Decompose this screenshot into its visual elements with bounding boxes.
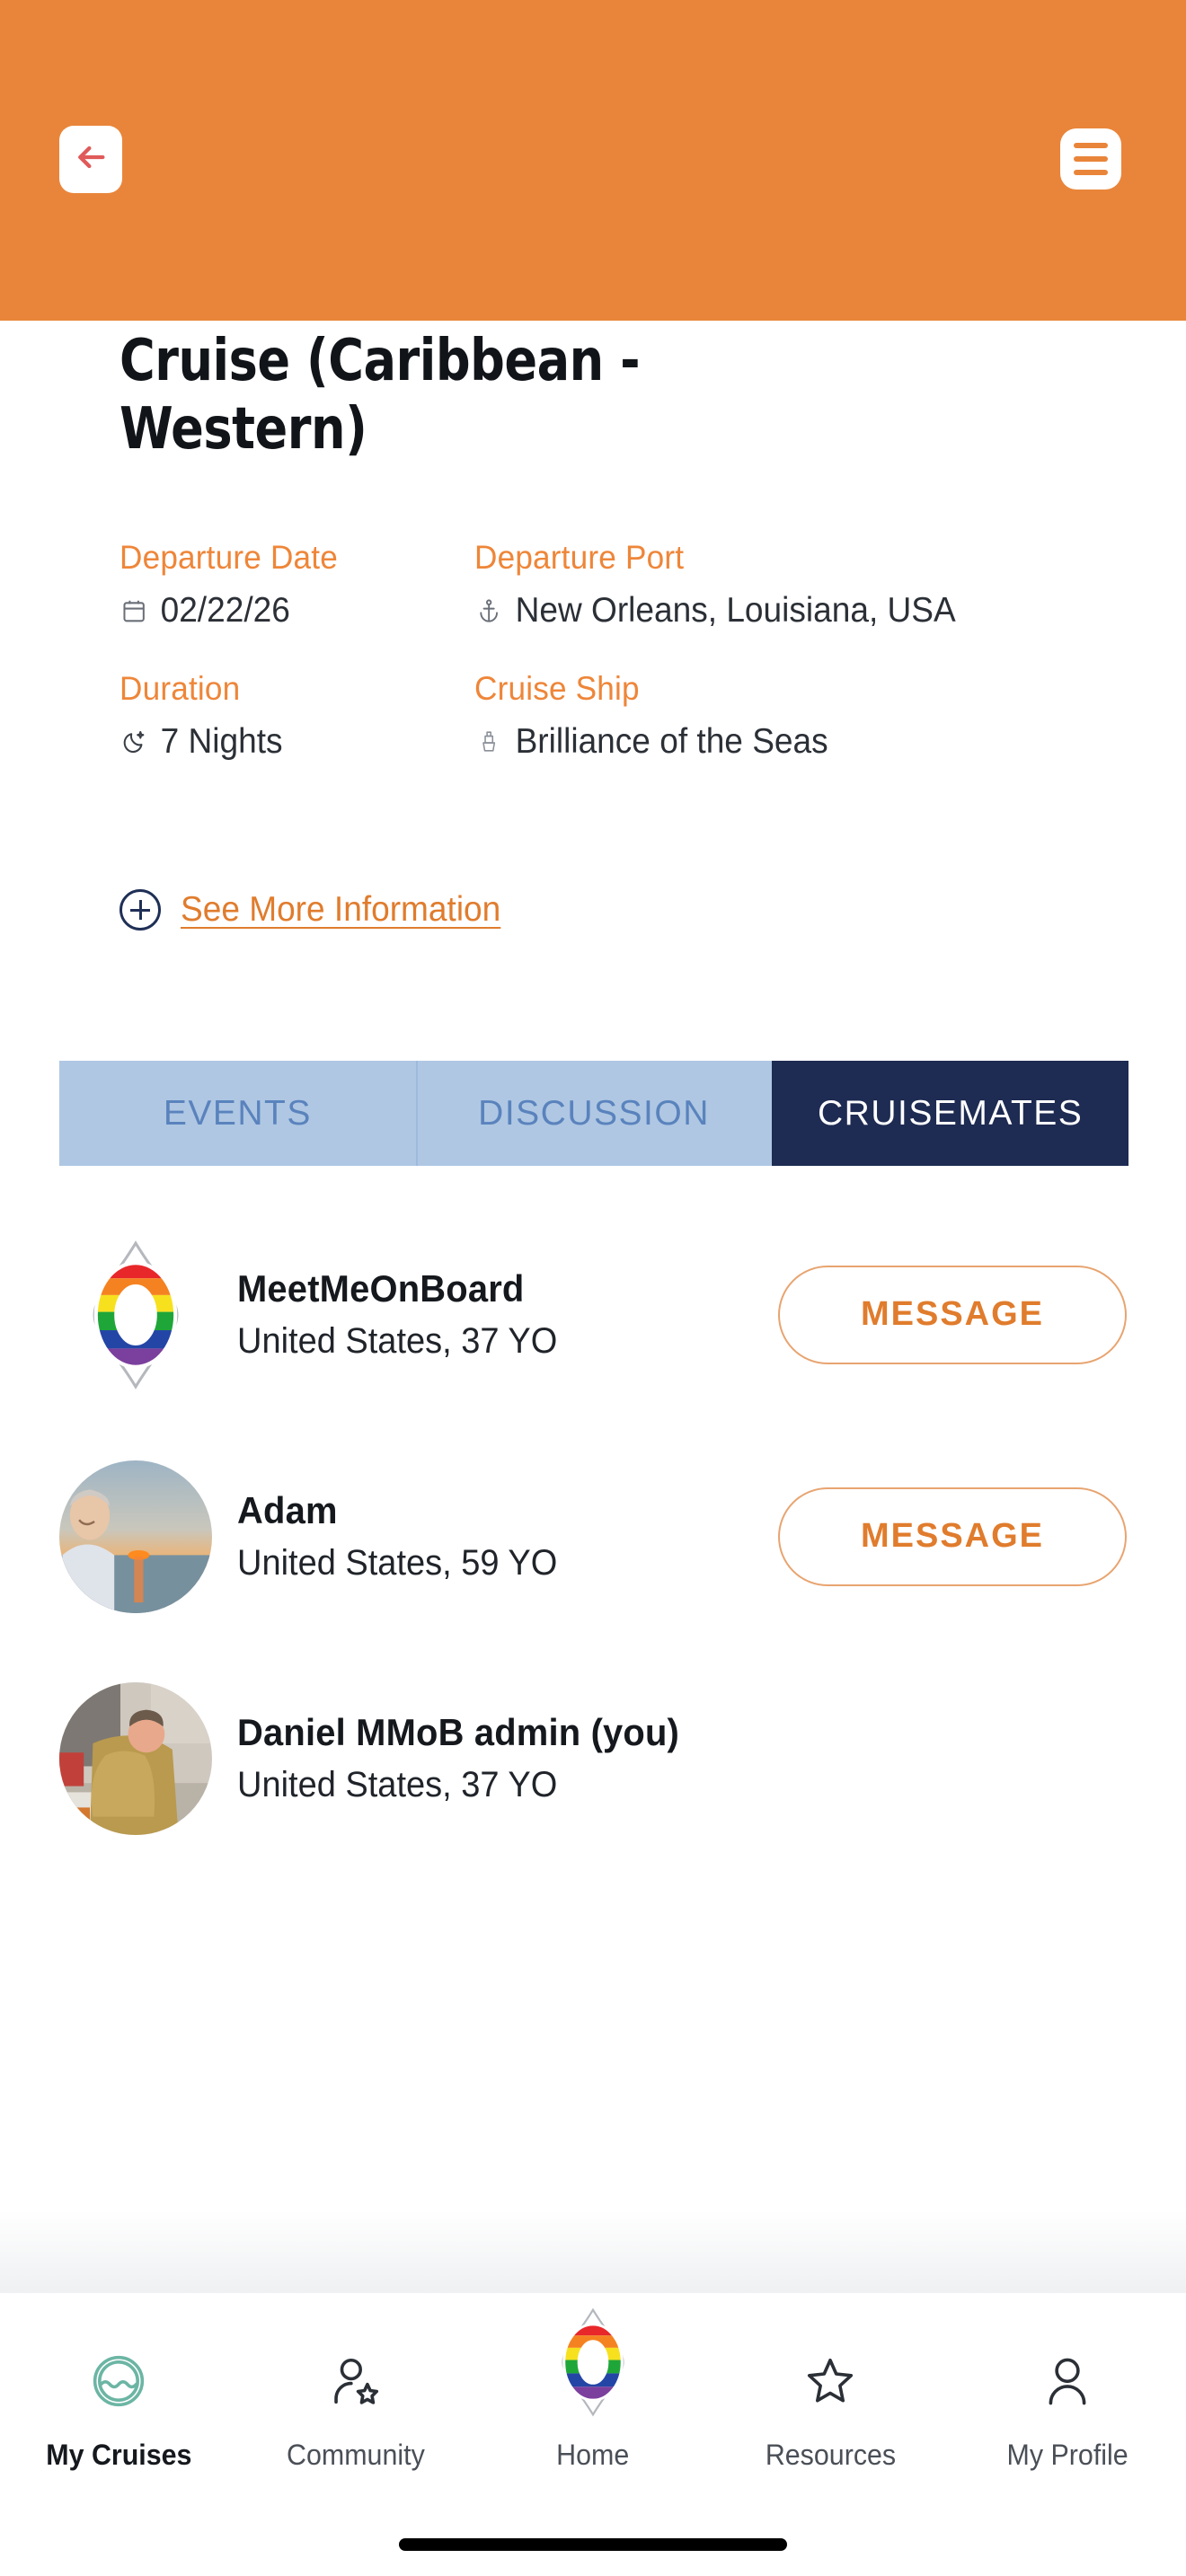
content-tabs: EVENTS DISCUSSION CRUISEMATES xyxy=(59,1061,1129,1166)
detail-departure-date: Departure Date 02/22/26 xyxy=(119,539,474,631)
detail-value-wrap: New Orleans, Louisiana, USA xyxy=(474,591,1076,631)
hamburger-menu-button[interactable] xyxy=(1060,128,1121,190)
calendar-icon xyxy=(119,595,148,627)
detail-label: Departure Date xyxy=(119,539,338,576)
detail-value-wrap: 7 Nights xyxy=(119,722,456,762)
person-icon xyxy=(1040,2340,1095,2422)
home-indicator[interactable] xyxy=(399,2538,787,2551)
cruisemate-meta: United States, 37 YO xyxy=(237,1321,558,1361)
wave-circle-icon xyxy=(91,2340,146,2422)
detail-label: Departure Port xyxy=(474,539,685,576)
bottom-navigation: My Cruises Community Home Resources My P… xyxy=(0,2291,1186,2576)
list-item-info: Daniel MMoB admin (you) United States, 3… xyxy=(212,1711,778,1805)
cruisemate-meta: United States, 37 YO xyxy=(237,1765,558,1804)
cruisemate-name: Adam xyxy=(237,1489,338,1531)
star-icon xyxy=(802,2340,858,2422)
list-item[interactable]: Daniel MMoB admin (you) United States, 3… xyxy=(0,1647,1186,1869)
moon-star-icon xyxy=(119,726,148,758)
detail-label: Cruise Ship xyxy=(474,670,640,707)
arrow-left-icon xyxy=(73,139,109,180)
rainbow-lifering-logo xyxy=(93,1239,179,1389)
list-item[interactable]: MeetMeOnBoard United States, 37 YO MESSA… xyxy=(0,1204,1186,1425)
detail-departure-port: Departure Port New Orleans, Louisiana, U… xyxy=(474,539,1108,631)
avatar[interactable] xyxy=(59,1238,212,1391)
detail-value: 7 Nights xyxy=(160,722,283,761)
hamburger-bar-3 xyxy=(1074,170,1108,175)
nav-label: Community xyxy=(287,2439,425,2471)
detail-value: 02/22/26 xyxy=(160,591,290,630)
scroll-fade xyxy=(0,2210,1186,2291)
detail-cruise-ship: Cruise Ship Brilliance of the Seas xyxy=(474,670,1108,762)
tab-events[interactable]: EVENTS xyxy=(59,1061,416,1166)
cruisemate-name: Daniel MMoB admin (you) xyxy=(237,1711,680,1753)
message-button[interactable]: MESSAGE xyxy=(778,1265,1127,1364)
rainbow-lifering-icon xyxy=(537,2302,649,2422)
tab-cruisemates[interactable]: CRUISEMATES xyxy=(772,1061,1129,1166)
app-header xyxy=(0,0,1186,321)
cruise-details: Departure Date 02/22/26 Departure Port N… xyxy=(119,539,1108,801)
indoor-portrait-photo xyxy=(59,1681,212,1835)
tab-label: DISCUSSION xyxy=(478,1093,710,1133)
cruisemate-name: MeetMeOnBoard xyxy=(237,1267,525,1310)
see-more-information-link[interactable]: See More Information xyxy=(119,889,518,931)
message-button[interactable]: MESSAGE xyxy=(778,1486,1127,1586)
list-item[interactable]: Adam United States, 59 YO MESSAGE xyxy=(0,1425,1186,1647)
tab-label: CRUISEMATES xyxy=(818,1093,1084,1133)
hamburger-bar-1 xyxy=(1074,143,1108,148)
nav-item-my-cruises[interactable]: My Cruises xyxy=(0,2340,237,2472)
detail-duration: Duration 7 Nights xyxy=(119,670,474,762)
person-star-icon xyxy=(328,2340,384,2422)
cruisemate-meta: United States, 59 YO xyxy=(237,1543,558,1583)
app-screen: Cruise (Caribbean - Western) Departure D… xyxy=(0,0,1186,2576)
nav-label: My Cruises xyxy=(45,2439,192,2471)
nav-label: Home xyxy=(556,2439,630,2471)
page-title: Cruise (Caribbean - Western) xyxy=(119,328,641,463)
detail-label: Duration xyxy=(119,670,241,707)
hamburger-bar-2 xyxy=(1074,156,1108,162)
see-more-label: See More Information xyxy=(181,890,501,929)
back-button[interactable] xyxy=(59,126,122,193)
nav-item-resources[interactable]: Resources xyxy=(712,2340,949,2472)
plus-circle-icon xyxy=(119,889,161,931)
nav-item-community[interactable]: Community xyxy=(237,2340,474,2472)
tab-label: EVENTS xyxy=(163,1093,312,1133)
detail-row-1: Departure Date 02/22/26 Departure Port N… xyxy=(119,539,1108,631)
nav-item-my-profile[interactable]: My Profile xyxy=(949,2340,1186,2472)
nav-label: My Profile xyxy=(1006,2439,1128,2471)
detail-value-wrap: Brilliance of the Seas xyxy=(474,722,1076,762)
nav-label: Resources xyxy=(765,2439,896,2471)
detail-row-2: Duration 7 Nights Cruise Ship Brilliance… xyxy=(119,670,1108,762)
detail-value: New Orleans, Louisiana, USA xyxy=(515,591,956,630)
list-item-info: Adam United States, 59 YO xyxy=(212,1489,778,1584)
avatar[interactable] xyxy=(59,1460,212,1613)
message-button-label: MESSAGE xyxy=(860,1517,1045,1555)
tab-discussion[interactable]: DISCUSSION xyxy=(415,1061,773,1166)
sunset-portrait-photo xyxy=(59,1460,212,1613)
nav-item-home[interactable]: Home xyxy=(474,2307,712,2472)
cruisemates-list: MeetMeOnBoard United States, 37 YO MESSA… xyxy=(0,1204,1186,1869)
cruise-ship-icon xyxy=(474,726,503,758)
detail-value: Brilliance of the Seas xyxy=(515,722,828,761)
anchor-icon xyxy=(474,595,503,627)
avatar[interactable] xyxy=(59,1681,212,1835)
message-button-label: MESSAGE xyxy=(860,1295,1045,1333)
detail-value-wrap: 02/22/26 xyxy=(119,591,456,631)
list-item-info: MeetMeOnBoard United States, 37 YO xyxy=(212,1267,778,1362)
